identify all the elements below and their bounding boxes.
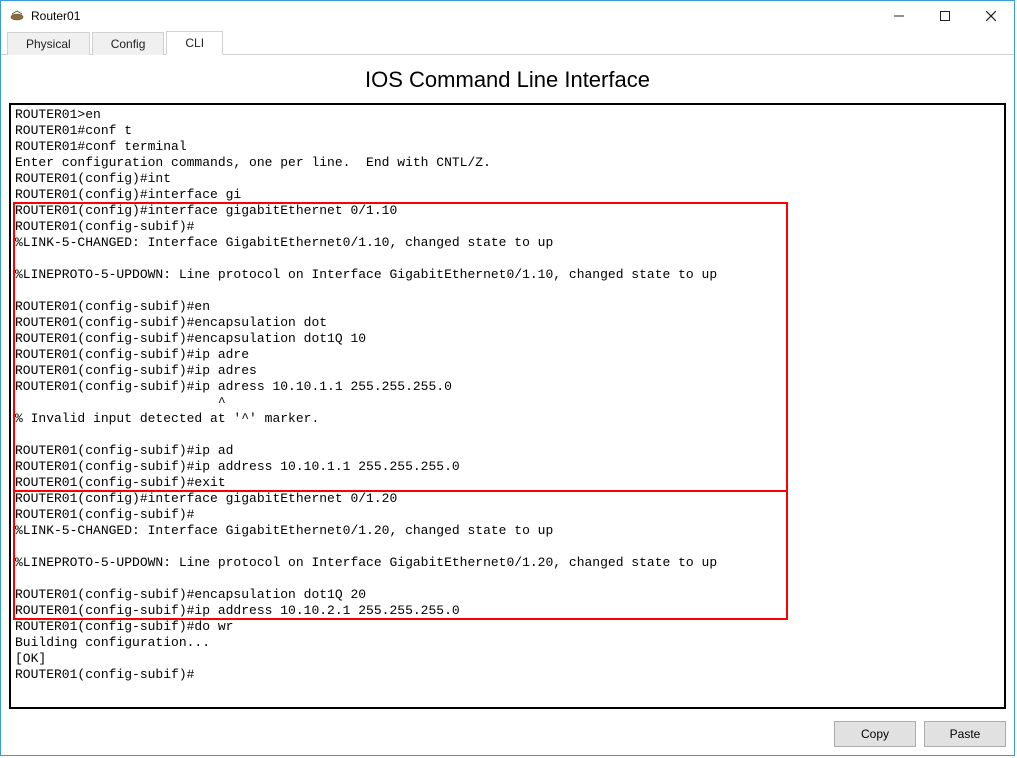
terminal-line xyxy=(15,571,998,587)
minimize-button[interactable] xyxy=(876,1,922,31)
terminal-line xyxy=(15,539,998,555)
terminal-line: ROUTER01(config-subif)#en xyxy=(15,299,998,315)
terminal-line: ROUTER01(config-subif)#encapsulation dot… xyxy=(15,331,998,347)
terminal-line: [OK] xyxy=(15,651,998,667)
window-title: Router01 xyxy=(31,9,80,23)
terminal-line: Building configuration... xyxy=(15,635,998,651)
terminal-line: ROUTER01(config)#int xyxy=(15,171,998,187)
terminal-line: ROUTER01(config-subif)#ip adress 10.10.1… xyxy=(15,379,998,395)
copy-button[interactable]: Copy xyxy=(834,721,916,747)
terminal-line: ROUTER01#conf terminal xyxy=(15,139,998,155)
content-area: IOS Command Line Interface ROUTER01>enRO… xyxy=(1,55,1014,755)
tab-config[interactable]: Config xyxy=(92,32,165,55)
terminal-line: ROUTER01(config-subif)# xyxy=(15,667,998,683)
terminal-line: ROUTER01(config-subif)#exit xyxy=(15,475,998,491)
terminal-line xyxy=(15,427,998,443)
terminal-line xyxy=(15,283,998,299)
cli-button-row: Copy Paste xyxy=(9,709,1006,747)
terminal-line: ROUTER01(config-subif)#ip address 10.10.… xyxy=(15,459,998,475)
terminal-line: ROUTER01(config-subif)#encapsulation dot… xyxy=(15,587,998,603)
terminal-line: ROUTER01(config-subif)#ip ad xyxy=(15,443,998,459)
terminal-line: ROUTER01#conf t xyxy=(15,123,998,139)
terminal-frame: ROUTER01>enROUTER01#conf tROUTER01#conf … xyxy=(9,103,1006,709)
terminal-line: ROUTER01(config)#interface gi xyxy=(15,187,998,203)
terminal-line: ROUTER01(config)#interface gigabitEthern… xyxy=(15,203,998,219)
maximize-button[interactable] xyxy=(922,1,968,31)
terminal-line: % Invalid input detected at '^' marker. xyxy=(15,411,998,427)
terminal-line: %LINEPROTO-5-UPDOWN: Line protocol on In… xyxy=(15,267,998,283)
terminal-output[interactable]: ROUTER01>enROUTER01#conf tROUTER01#conf … xyxy=(11,105,1004,707)
terminal-line: ROUTER01(config-subif)# xyxy=(15,507,998,523)
terminal-line: ROUTER01(config-subif)#ip address 10.10.… xyxy=(15,603,998,619)
paste-button[interactable]: Paste xyxy=(924,721,1006,747)
terminal-line: %LINK-5-CHANGED: Interface GigabitEthern… xyxy=(15,523,998,539)
app-window: Router01 Physical Config CLI IOS Command… xyxy=(0,0,1015,756)
titlebar[interactable]: Router01 xyxy=(1,1,1014,31)
terminal-line: ROUTER01(config)#interface gigabitEthern… xyxy=(15,491,998,507)
tab-bar: Physical Config CLI xyxy=(1,31,1014,55)
terminal-line: ROUTER01>en xyxy=(15,107,998,123)
terminal-line: %LINK-5-CHANGED: Interface GigabitEthern… xyxy=(15,235,998,251)
terminal-line: ROUTER01(config-subif)#ip adre xyxy=(15,347,998,363)
cli-heading: IOS Command Line Interface xyxy=(9,67,1006,93)
terminal-line: ROUTER01(config-subif)#ip adres xyxy=(15,363,998,379)
terminal-line: Enter configuration commands, one per li… xyxy=(15,155,998,171)
terminal-line: ROUTER01(config-subif)#do wr xyxy=(15,619,998,635)
terminal-line: %LINEPROTO-5-UPDOWN: Line protocol on In… xyxy=(15,555,998,571)
terminal-line: ROUTER01(config-subif)# xyxy=(15,219,998,235)
terminal-line: ROUTER01(config-subif)#encapsulation dot xyxy=(15,315,998,331)
tab-physical[interactable]: Physical xyxy=(7,32,90,55)
terminal-line xyxy=(15,251,998,267)
router-icon xyxy=(9,8,25,24)
tab-cli[interactable]: CLI xyxy=(166,31,223,55)
window-controls xyxy=(876,1,1014,31)
terminal-line: ^ xyxy=(15,395,998,411)
close-button[interactable] xyxy=(968,1,1014,31)
